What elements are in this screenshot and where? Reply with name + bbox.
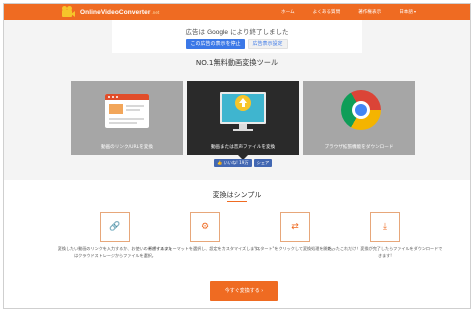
chevron-down-icon [414,10,416,13]
logo-text: OnlineVideoConverter [80,8,151,16]
camera-logo-icon [62,6,76,18]
convert-icon: ⇄ [280,212,310,242]
link-icon: 🔗 [100,212,130,242]
ad-message: 広告は Google により終了しました [112,26,362,36]
site-logo[interactable]: OnlineVideoConverter .net [62,5,159,19]
logo-suffix: .net [151,9,160,15]
ad-message-pre: 広告は [185,28,206,36]
nav-home[interactable]: ホーム [281,9,295,15]
browser-extension-label: ブラウザ拡張機能をダウンロード [324,145,394,150]
settings-icon: ⚙ [190,212,220,242]
step-text: たったこれだけ！変換が完了したらファイルをダウンロードできます! [327,246,443,258]
stop-ad-button[interactable]: この広告の表示を停止 [186,39,245,49]
convert-link-card[interactable]: 動画のリンク/URLを変換 [71,81,183,155]
ad-message-post: により終了しました [230,28,289,36]
convert-now-button[interactable]: 今すぐ変換する › [210,281,278,301]
title-underline [227,201,247,202]
nav-copyright[interactable]: 著作権表示 [358,9,381,15]
section-title: 変換はシンプル [212,191,262,199]
converter-options: 動画のリンク/URLを変換 動画または音声ファイルを変換 ブラウザ拡張機能をダウ… [71,81,415,160]
language-label: 日本語 [399,10,413,15]
nav-faq[interactable]: よくある質問 [313,9,341,15]
hero-title: NO.1無料動画変換ツール [195,58,279,67]
nav-language[interactable]: 日本語 [399,9,416,15]
ad-actions: この広告の表示を停止 広告表示設定 [112,39,362,49]
ad-banner: 広告は Google により終了しました この広告の表示を停止 広告表示設定 [112,20,362,53]
download-icon: ⤓ [370,212,400,242]
social-buttons: 👍 いいね! 19万 シェア [214,159,273,167]
main-nav: ホーム よくある質問 著作権表示 日本語 [281,4,416,20]
top-navbar: OnlineVideoConverter .net ホーム よくある質問 著作権… [4,4,470,20]
how-it-works-section: 変換はシンプル 🔗 変換したい動画のリンクを入力するか、お使いのデバイスまたはク… [4,180,470,308]
page: OnlineVideoConverter .net ホーム よくある質問 著作権… [3,3,471,309]
convert-file-card[interactable]: 動画または音声ファイルを変換 [187,81,299,160]
convert-file-label: 動画または音声ファイルを変換 [210,145,276,150]
convert-link-label: 動画のリンク/URLを変換 [100,145,153,150]
upload-icon [235,95,251,111]
ad-settings-button[interactable]: 広告表示設定 [247,39,288,49]
facebook-like-button[interactable]: 👍 いいね! 19万 [214,159,252,167]
facebook-share-button[interactable]: シェア [253,159,273,167]
browser-icon [105,94,149,128]
ad-brand: Google [207,29,229,36]
chrome-icon [341,90,381,130]
browser-extension-card[interactable]: ブラウザ拡張機能をダウンロード [303,81,415,155]
